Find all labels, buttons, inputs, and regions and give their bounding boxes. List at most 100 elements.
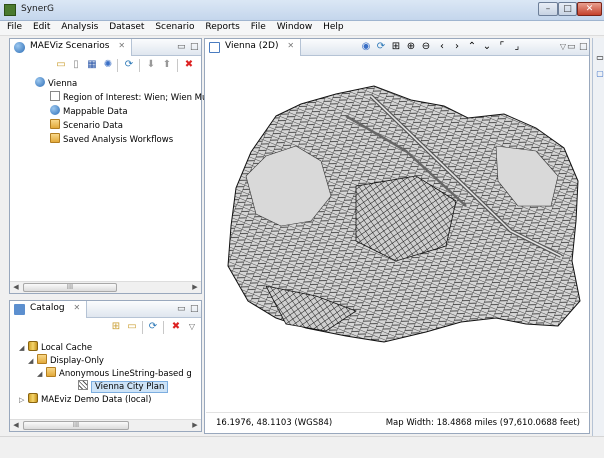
document-icon xyxy=(50,91,60,101)
maximize-view-icon[interactable]: □ xyxy=(190,42,199,52)
tree-item-saved-workflows[interactable]: Saved Analysis Workflows xyxy=(50,133,173,146)
right-side-view-strip: ▭ ▢ xyxy=(592,38,604,436)
toolbar-separator xyxy=(177,59,178,72)
view-icon[interactable]: ▢ xyxy=(594,68,604,80)
minimize-view-icon[interactable]: ▭ xyxy=(567,42,576,52)
tab-vienna-2d[interactable]: Vienna (2D) ✕ xyxy=(205,39,302,56)
zoom-in-icon[interactable]: ⊕ xyxy=(405,41,417,53)
window-title: SynerG xyxy=(21,4,54,14)
catalog-icon xyxy=(14,304,25,315)
tab-catalog[interactable]: Catalog ✕ xyxy=(10,301,88,318)
chart-icon[interactable]: ▦ xyxy=(86,59,98,71)
info-tool-icon[interactable]: ⌟ xyxy=(511,41,523,53)
document-icon[interactable]: ▯ xyxy=(70,59,82,71)
database-icon xyxy=(28,393,38,403)
title-bar: SynerG – □ ✕ xyxy=(0,0,604,21)
scroll-left-icon[interactable]: ◀ xyxy=(10,420,22,431)
pan-left-icon[interactable]: ‹ xyxy=(436,41,448,53)
tree-item-anonymous-linestring[interactable]: ◢ Anonymous LineString-based g xyxy=(37,367,192,380)
delete-icon[interactable]: ✖ xyxy=(170,321,182,333)
new-document-icon[interactable]: ▭ xyxy=(126,321,138,333)
vienna-city-plan-map[interactable] xyxy=(206,56,590,414)
close-tab-icon[interactable]: ✕ xyxy=(73,303,80,312)
menu-file-2[interactable]: File xyxy=(247,21,270,33)
maximize-button[interactable]: □ xyxy=(558,2,577,16)
collapsed-arrow-icon[interactable]: ▷ xyxy=(19,394,28,407)
tab-maeviz-scenarios[interactable]: MAEViz Scenarios ✕ xyxy=(10,39,133,56)
tree-item-maeviz-demo-data[interactable]: ▷ MAEviz Demo Data (local) xyxy=(19,393,151,406)
select-tool-icon[interactable]: ⌜ xyxy=(496,41,508,53)
city-outline xyxy=(227,85,581,343)
toolbar-separator xyxy=(139,59,140,72)
close-tab-icon[interactable]: ✕ xyxy=(287,41,294,50)
minimize-view-icon[interactable]: ▭ xyxy=(177,304,186,314)
pan-down-icon[interactable]: ⌄ xyxy=(481,41,493,53)
menu-edit[interactable]: Edit xyxy=(29,21,54,33)
move-down-icon[interactable]: ⬇ xyxy=(145,59,157,71)
tree-item-scenario-data[interactable]: Scenario Data xyxy=(50,119,123,132)
minimize-view-icon[interactable]: ▭ xyxy=(177,42,186,52)
maximize-view-icon[interactable]: □ xyxy=(190,304,199,314)
pan-up-icon[interactable]: ⌃ xyxy=(466,41,478,53)
tree-item-display-only[interactable]: ◢ Display-Only xyxy=(28,354,104,367)
globe-icon xyxy=(35,77,45,87)
tree-item-region-of-interest[interactable]: Region of Interest: Wien; Wien Mu xyxy=(50,91,207,104)
folder-icon xyxy=(37,354,47,364)
catalog-tab-header: Catalog ✕ ▭ □ xyxy=(10,301,201,318)
menu-scenario[interactable]: Scenario xyxy=(151,21,198,33)
tree-item-vienna[interactable]: Vienna xyxy=(35,77,77,90)
menu-analysis[interactable]: Analysis xyxy=(57,21,102,33)
toolbar-separator xyxy=(163,321,164,334)
catalog-toolbar: ⊞ ▭ ⟳ ✖ ▽ xyxy=(10,318,201,337)
map-canvas[interactable] xyxy=(206,56,588,412)
menu-help[interactable]: Help xyxy=(319,21,348,33)
scroll-thumb[interactable]: III xyxy=(23,283,117,292)
settings-icon[interactable]: ✺ xyxy=(102,59,114,71)
refresh-icon[interactable]: ⟳ xyxy=(147,321,159,333)
folder-icon xyxy=(50,133,60,143)
scroll-thumb[interactable]: III xyxy=(23,421,129,430)
tree-item-vienna-city-plan[interactable]: Vienna City Plan xyxy=(78,380,169,393)
view-icon[interactable]: ▭ xyxy=(594,52,604,64)
scroll-left-icon[interactable]: ◀ xyxy=(10,282,22,293)
cursor-coordinates: 16.1976, 48.1103 (WGS84) xyxy=(216,418,333,428)
expanded-arrow-icon[interactable]: ◢ xyxy=(28,355,37,368)
map-width-readout: Map Width: 18.4868 miles (97,610.0688 fe… xyxy=(385,418,580,428)
new-scenario-icon[interactable]: ▭ xyxy=(55,59,67,71)
tree-item-local-cache[interactable]: ◢ Local Cache xyxy=(19,341,92,354)
refresh-icon[interactable]: ⟳ xyxy=(123,59,135,71)
expanded-arrow-icon[interactable]: ◢ xyxy=(19,342,28,355)
zoom-out-icon[interactable]: ⊖ xyxy=(420,41,432,53)
menu-window[interactable]: Window xyxy=(273,21,317,33)
menu-file[interactable]: File xyxy=(3,21,26,33)
add-data-icon[interactable]: ⊞ xyxy=(110,321,122,333)
close-button[interactable]: ✕ xyxy=(577,2,602,16)
tree-item-mappable-data[interactable]: Mappable Data xyxy=(50,105,128,118)
scenarios-horizontal-scrollbar[interactable]: ◀ III ▶ xyxy=(10,281,201,293)
menu-reports[interactable]: Reports xyxy=(201,21,244,33)
move-up-icon[interactable]: ⬆ xyxy=(161,59,173,71)
scroll-right-icon[interactable]: ▶ xyxy=(189,282,201,293)
line-layer-icon xyxy=(78,380,88,390)
refresh-map-icon[interactable]: ⟳ xyxy=(375,41,387,53)
delete-icon[interactable]: ✖ xyxy=(183,59,195,71)
globe-icon[interactable]: ◉ xyxy=(360,41,372,53)
bottom-status-area xyxy=(0,436,604,458)
scroll-right-icon[interactable]: ▶ xyxy=(189,420,201,431)
minimize-button[interactable]: – xyxy=(538,2,558,16)
map-panel: Vienna (2D) ✕ ◉ ⟳ ⊞ ⊕ ⊖ ‹ › ⌃ ⌄ ⌜ ⌟ ▽ ▭ … xyxy=(204,38,590,434)
map-tab-header: Vienna (2D) ✕ ◉ ⟳ ⊞ ⊕ ⊖ ‹ › ⌃ ⌄ ⌜ ⌟ ▽ ▭ … xyxy=(205,39,589,56)
pan-icon[interactable]: ⊞ xyxy=(390,41,402,53)
scenarios-toolbar: ▭ ▯ ▦ ✺ ⟳ ⬇ ⬆ ✖ xyxy=(10,56,201,75)
menu-dataset[interactable]: Dataset xyxy=(105,21,148,33)
pan-right-icon[interactable]: › xyxy=(451,41,463,53)
expanded-arrow-icon[interactable]: ◢ xyxy=(37,368,46,381)
scenarios-tab-header: MAEViz Scenarios ✕ ▭ □ xyxy=(10,39,201,56)
view-menu-icon[interactable]: ▽ xyxy=(186,321,198,333)
globe-icon xyxy=(50,105,60,115)
toolbar-separator xyxy=(117,59,118,72)
catalog-horizontal-scrollbar[interactable]: ◀ III ▶ xyxy=(10,419,201,431)
maximize-view-icon[interactable]: □ xyxy=(579,42,588,52)
close-tab-icon[interactable]: ✕ xyxy=(118,41,125,50)
catalog-panel: Catalog ✕ ▭ □ ⊞ ▭ ⟳ ✖ ▽ ◢ Local Cache ◢ Di… xyxy=(9,300,202,432)
